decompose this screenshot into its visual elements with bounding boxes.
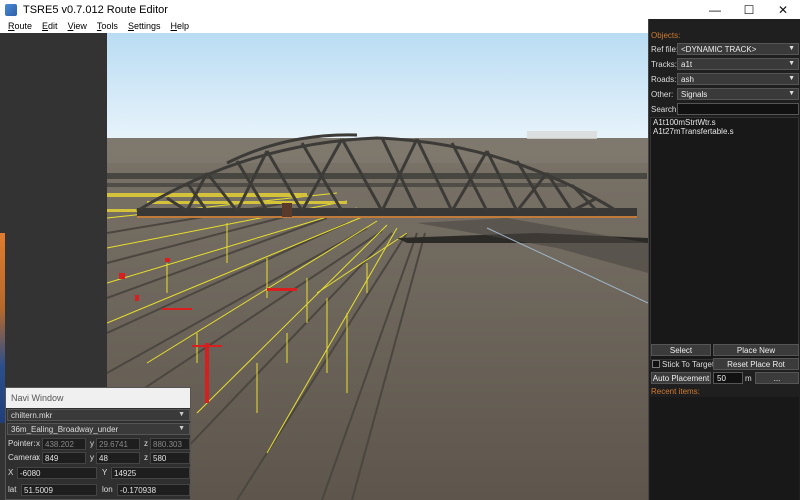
sky xyxy=(107,33,648,143)
geo-row: lat 51.5009 lon -0.170938 xyxy=(7,484,190,496)
camera-row: Camera: x 849 y 48 z 580 xyxy=(7,452,190,464)
menu-tools[interactable]: Tools xyxy=(97,21,118,31)
longitude-field[interactable]: -0.170938 xyxy=(117,484,190,496)
latitude-field[interactable]: 51.5009 xyxy=(21,484,97,496)
roads-label: Roads: xyxy=(651,75,677,84)
objects-panel: Objects: Ref file: <DYNAMIC TRACK> ▼ Tra… xyxy=(648,19,800,500)
pointer-y-field: 29.6741 xyxy=(96,438,140,450)
other-select[interactable]: Signals ▼ xyxy=(677,88,799,100)
marker-select[interactable]: 36m_Ealing_Broadway_under ▼ xyxy=(7,423,190,435)
window-title: TSRE5 v0.7.012 Route Editor xyxy=(23,3,168,16)
camera-z-field[interactable]: 580 xyxy=(150,452,190,464)
menu-settings[interactable]: Settings xyxy=(128,21,161,31)
close-button[interactable]: ✕ xyxy=(766,0,800,19)
reset-place-rot-button[interactable]: Reset Place Rot xyxy=(713,358,799,370)
tile-y-field[interactable]: 14925 xyxy=(111,467,190,479)
navi-window-title[interactable]: Navi Window xyxy=(6,388,190,408)
distant-shed xyxy=(527,131,597,139)
tracks-select[interactable]: a1t ▼ xyxy=(677,58,799,70)
tile-x-field[interactable]: -6080 xyxy=(17,467,97,479)
navi-window: Navi Window chiltern.mkr ▼ 36m_Ealing_Br… xyxy=(5,387,191,500)
maximize-button[interactable]: ☐ xyxy=(732,0,766,19)
search-label: Search: xyxy=(651,105,679,114)
chevron-down-icon: ▼ xyxy=(788,75,795,82)
menu-route[interactable]: Route xyxy=(8,21,32,31)
horizon-yard xyxy=(107,138,648,163)
menu-view[interactable]: View xyxy=(68,21,87,31)
bridge-girder xyxy=(137,208,637,216)
select-button[interactable]: Select xyxy=(651,344,711,356)
object-list[interactable]: A1t100mStrtWtr.s A1t27mTransfertable.s xyxy=(650,117,799,360)
list-item[interactable]: A1t100mStrtWtr.s xyxy=(651,118,798,127)
more-button[interactable]: ... xyxy=(755,372,799,384)
bridge-girder-edge xyxy=(137,216,637,218)
pointer-row: Pointer: x 438.202 y 29.6741 z 880.303 xyxy=(7,438,190,450)
stick-to-target-checkbox[interactable] xyxy=(652,360,660,368)
list-item[interactable]: A1t27mTransfertable.s xyxy=(651,127,798,136)
camera-y-field[interactable]: 48 xyxy=(96,452,140,464)
chevron-down-icon: ▼ xyxy=(178,425,185,432)
stick-to-target-label: Stick To Target xyxy=(662,360,715,369)
tile-row: X -6080 Y 14925 xyxy=(7,467,190,479)
auto-placement-distance[interactable]: 50 xyxy=(713,372,743,384)
marker-file-select[interactable]: chiltern.mkr ▼ xyxy=(7,409,190,421)
ref-file-select[interactable]: <DYNAMIC TRACK> ▼ xyxy=(677,43,799,55)
chevron-down-icon: ▼ xyxy=(788,60,795,67)
recent-items-heading: Recent items: xyxy=(651,387,700,396)
auto-placement-button[interactable]: Auto Placement xyxy=(651,372,711,384)
chevron-down-icon: ▼ xyxy=(788,90,795,97)
objects-heading: Objects: xyxy=(651,31,681,40)
recent-items-list[interactable] xyxy=(650,397,799,500)
menu-help[interactable]: Help xyxy=(170,21,189,31)
minimize-button[interactable]: — xyxy=(698,0,732,19)
place-new-button[interactable]: Place New xyxy=(713,344,799,356)
app-icon xyxy=(5,3,17,16)
other-label: Other: xyxy=(651,90,674,99)
search-input[interactable] xyxy=(677,103,799,115)
camera-x-field[interactable]: 849 xyxy=(42,452,86,464)
tracks-label: Tracks: xyxy=(651,60,677,69)
menu-bar: Route Edit View Tools Settings Help xyxy=(0,19,648,33)
title-bar: TSRE5 v0.7.012 Route Editor — ☐ ✕ xyxy=(0,0,800,19)
chevron-down-icon: ▼ xyxy=(178,411,185,418)
menu-edit[interactable]: Edit xyxy=(42,21,58,31)
distance-unit: m xyxy=(745,374,752,383)
ref-file-label: Ref file: xyxy=(651,45,679,54)
roads-select[interactable]: ash ▼ xyxy=(677,73,799,85)
bridge-pier xyxy=(282,203,292,217)
pointer-x-field: 438.202 xyxy=(42,438,86,450)
pointer-z-field: 880.303 xyxy=(150,438,190,450)
chevron-down-icon: ▼ xyxy=(788,45,795,52)
